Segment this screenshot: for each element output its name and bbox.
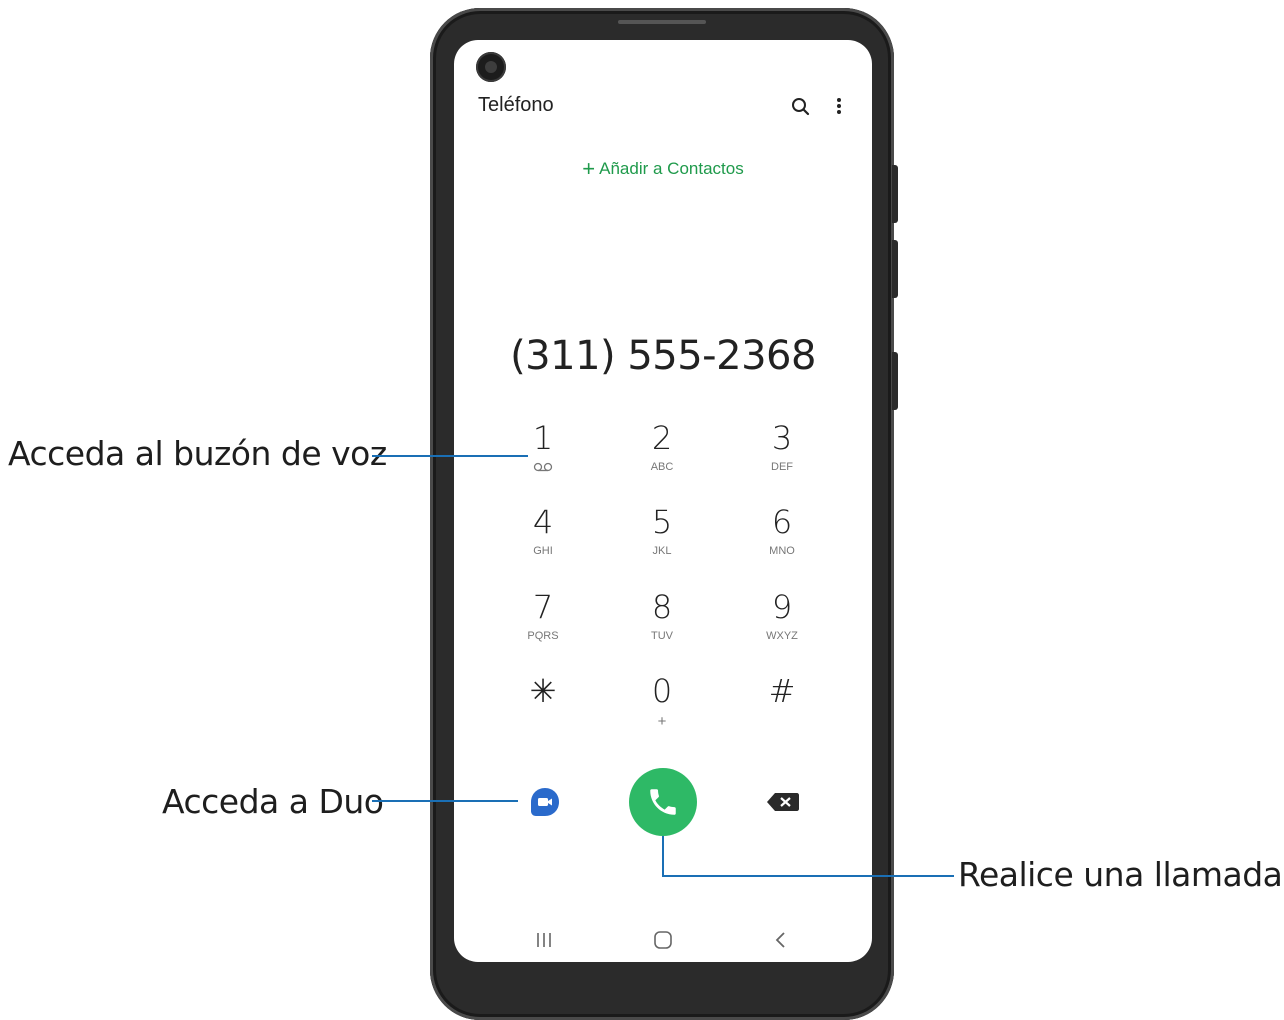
key-2[interactable]: 2 ABC (612, 420, 712, 474)
key-7[interactable]: 7 PQRS (493, 589, 593, 643)
key-digit: 1 (532, 419, 554, 457)
side-button-volume-up (892, 165, 898, 223)
key-letters: WXYZ (766, 630, 798, 642)
key-digit: 2 (651, 419, 673, 457)
key-9[interactable]: 9 WXYZ (732, 589, 832, 643)
key-digit: 8 (651, 588, 673, 626)
plus-icon: + (582, 156, 596, 181)
key-digit: 7 (532, 588, 554, 626)
key-1[interactable]: 1 (493, 420, 593, 479)
callout-line-call-horizontal (662, 875, 954, 877)
dialed-number: (311) 555-2368 (510, 333, 816, 379)
call-button[interactable] (629, 768, 697, 836)
key-3[interactable]: 3 DEF (732, 420, 832, 474)
key-5[interactable]: 5 JKL (612, 504, 712, 558)
key-letters: + (657, 713, 667, 730)
key-letters: MNO (769, 545, 795, 557)
callout-voicemail: Acceda al buzón de voz (8, 434, 387, 473)
key-digit: 9 (771, 588, 793, 626)
recents-icon[interactable] (529, 928, 559, 952)
key-digit: 4 (532, 503, 554, 541)
key-digit: 6 (771, 503, 793, 541)
callout-line-duo (372, 800, 518, 802)
key-digit: 3 (771, 419, 793, 457)
phone-icon (650, 789, 676, 815)
key-letters: TUV (651, 630, 673, 642)
add-to-contacts-label: Añadir a Contactos (599, 159, 744, 178)
back-icon[interactable] (766, 928, 796, 952)
key-digit: 0 (651, 672, 673, 710)
key-digit: ✳ (529, 672, 557, 710)
key-4[interactable]: 4 GHI (493, 504, 593, 558)
phone-screen: Teléfono + Añadir a Contactos (311) 555-2… (454, 40, 872, 962)
voicemail-icon (533, 462, 553, 472)
app-title: Teléfono (478, 94, 554, 116)
add-to-contacts-link[interactable]: + Añadir a Contactos (454, 156, 872, 182)
key-letters: JKL (652, 545, 672, 557)
key-letters: ABC (650, 461, 674, 473)
callout-call: Realice una llamada (958, 855, 1283, 894)
callout-line-call-vertical (662, 836, 664, 876)
key-hash[interactable]: # (732, 673, 832, 709)
key-letters: PQRS (527, 630, 559, 642)
callout-duo: Acceda a Duo (162, 782, 384, 821)
search-icon[interactable] (790, 94, 812, 118)
key-letters: DEF (771, 461, 793, 473)
callout-line-voicemail (372, 455, 528, 457)
backspace-icon[interactable] (766, 792, 800, 812)
navigation-bar (454, 920, 872, 960)
more-vertical-icon[interactable] (832, 94, 846, 118)
key-digit: # (768, 672, 796, 710)
key-6[interactable]: 6 MNO (732, 504, 832, 558)
home-icon[interactable] (648, 928, 678, 952)
side-button-power (892, 352, 898, 410)
key-0[interactable]: 0 + (612, 673, 712, 729)
front-camera (476, 52, 506, 82)
side-button-volume-down (892, 240, 898, 298)
key-letters: GHI (533, 545, 553, 557)
earpiece-speaker (618, 20, 706, 24)
key-8[interactable]: 8 TUV (612, 589, 712, 643)
key-digit: 5 (651, 503, 673, 541)
key-star[interactable]: ✳ (493, 673, 593, 709)
video-call-icon[interactable] (530, 787, 560, 817)
